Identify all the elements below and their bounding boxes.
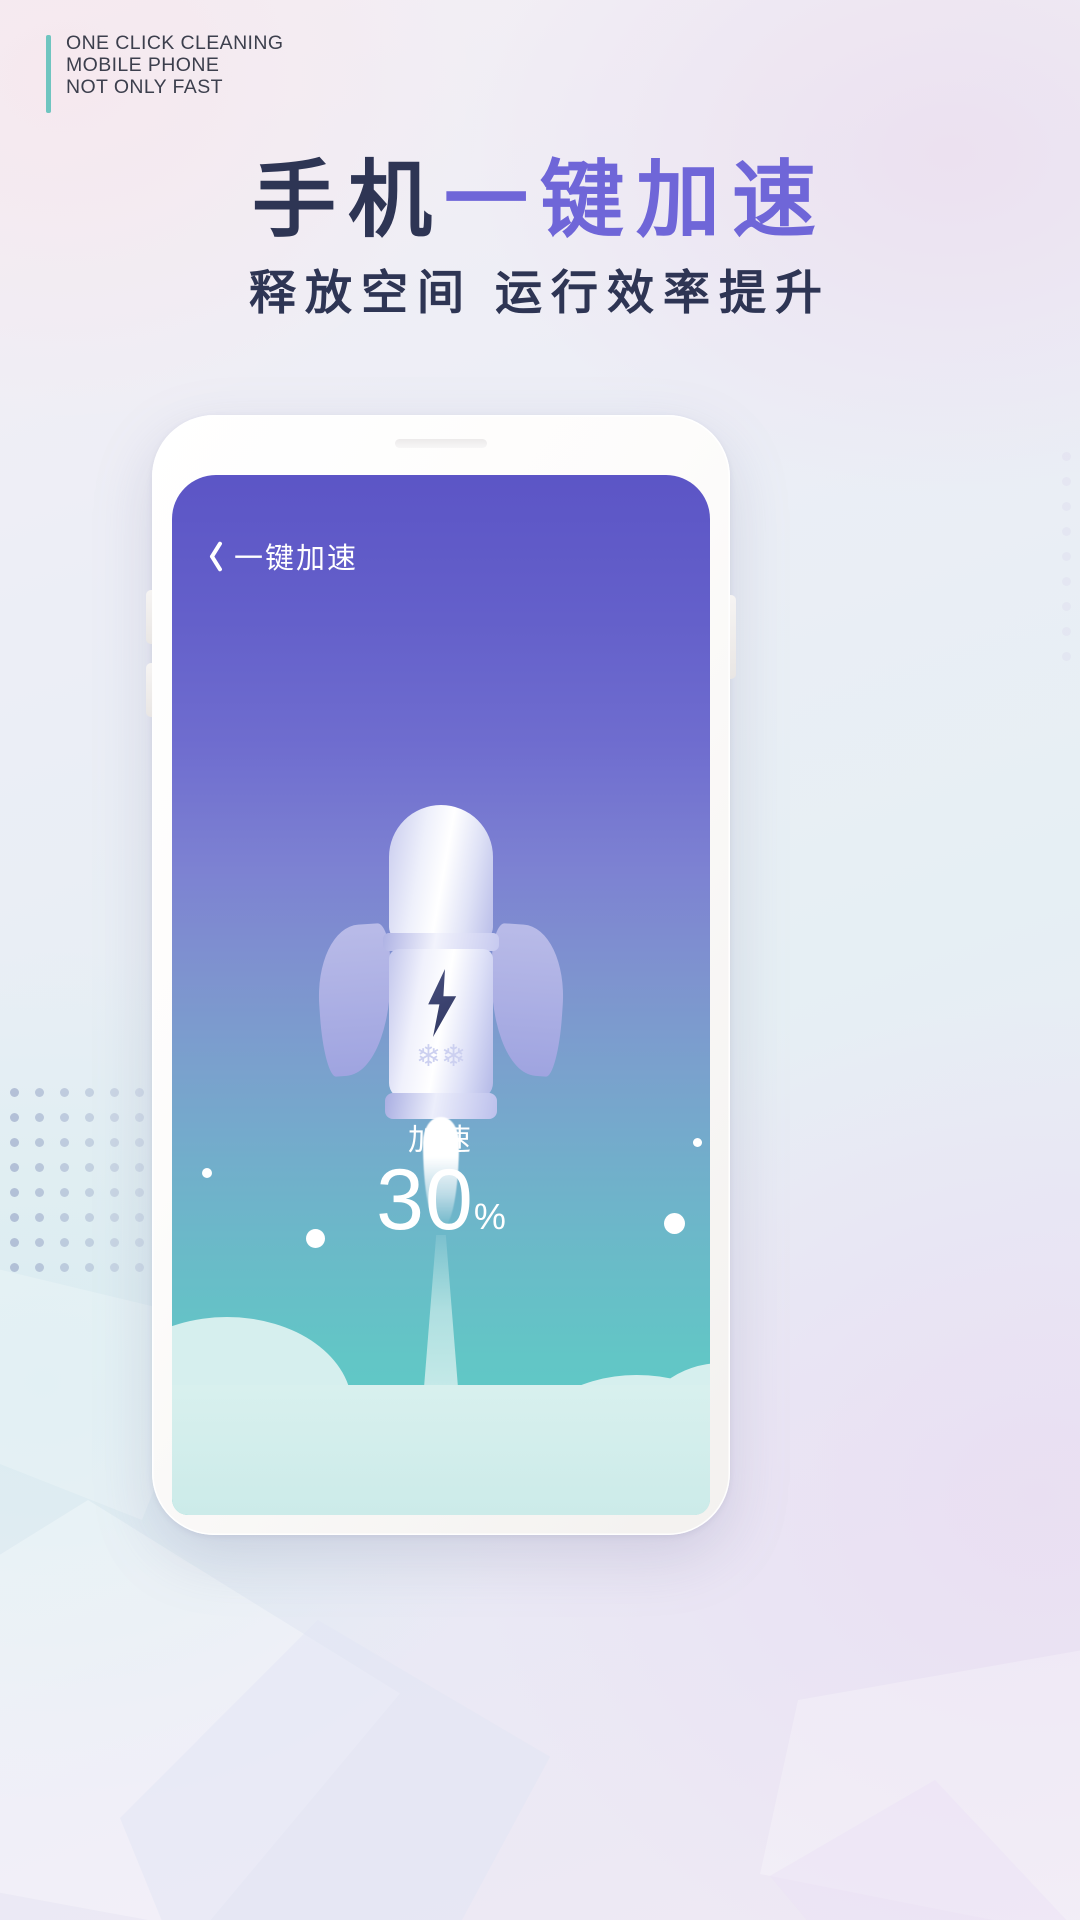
progress-value: 30 (376, 1152, 474, 1248)
bg-polygon-3 (760, 1640, 1080, 1920)
chevron-left-icon[interactable] (200, 539, 220, 573)
star-dot (664, 1213, 685, 1234)
lightning-bolt-icon (428, 969, 457, 1037)
rocket-base (385, 1093, 497, 1119)
power-button[interactable] (729, 595, 736, 679)
rocket-nose (389, 805, 493, 941)
rocket-body (389, 949, 493, 1099)
cloud-shape (282, 1395, 482, 1515)
bg-polygon-5 (770, 1780, 1070, 1920)
headline-part-dark: 手机 (251, 153, 444, 247)
app-header: 一键加速 (200, 535, 358, 577)
rocket-exhaust-flame (423, 1117, 459, 1227)
star-dot (693, 1138, 702, 1147)
phone-mockup: 一键加速 ❄❄ 加速 30% (146, 415, 736, 1535)
eyebrow-lines: ONE CLICK CLEANING MOBILE PHONE NOT ONLY… (66, 32, 283, 113)
rocket-fin-right (483, 922, 569, 1078)
eyebrow-line-2: MOBILE PHONE (66, 54, 220, 76)
eyebrow-line-1: ONE CLICK CLEANING (66, 32, 284, 54)
page-subtitle: 释放空间 运行效率提升 (248, 266, 832, 319)
cloud-shape (642, 1363, 710, 1493)
bg-polygon-2 (120, 1620, 550, 1920)
rocket-illustration: ❄❄ (313, 805, 569, 1227)
volume-up-button[interactable] (146, 590, 153, 644)
star-dot (202, 1168, 212, 1178)
accelerate-label: 加速 (408, 1124, 474, 1157)
rocket-collar (383, 933, 499, 951)
phone-screen: 一键加速 ❄❄ 加速 30% (172, 475, 710, 1515)
volume-down-button[interactable] (146, 663, 153, 717)
eyebrow-line-3: NOT ONLY FAST (66, 76, 223, 98)
cloud-shape (420, 1401, 570, 1511)
star-dot (306, 1229, 325, 1248)
eyebrow-accent-bar (46, 35, 51, 113)
rocket-steam-trail (421, 1235, 461, 1425)
bg-polygon-1 (0, 1500, 400, 1920)
rocket-fin-left (313, 922, 399, 1078)
phone-speaker (395, 439, 487, 448)
app-header-title: 一键加速 (234, 543, 359, 575)
cloud-shape (172, 1317, 352, 1497)
eyebrow-block: ONE CLICK CLEANING MOBILE PHONE NOT ONLY… (46, 32, 283, 113)
cloud-shape (522, 1375, 710, 1515)
snowflake-icon: ❄❄ (415, 1040, 467, 1073)
headline-part-accent: 一键加速 (444, 153, 829, 247)
percent-sign: % (473, 1196, 506, 1237)
progress-percentage: 30% (172, 1157, 710, 1243)
page-title: 手机一键加速 (0, 152, 1080, 248)
cloud-band (172, 1385, 710, 1515)
